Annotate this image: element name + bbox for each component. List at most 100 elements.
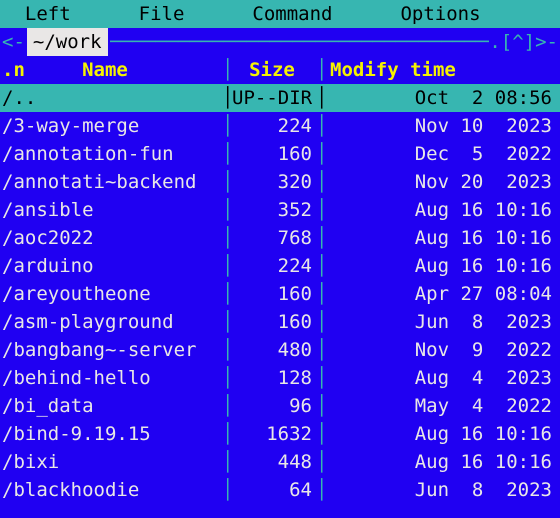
file-size: 224 [232,252,316,280]
list-item[interactable]: /aoc2022│768│Aug 16 10:16 [0,224,560,252]
column-divider: │ [316,196,326,224]
file-size: 448 [232,448,316,476]
list-item[interactable]: /annotation-fun│160│Dec 5 2022 [0,140,560,168]
column-divider: │ [222,140,232,168]
panel-frame-top: <- ~/work ──────────────────────────────… [0,28,560,56]
column-divider: │ [316,140,326,168]
file-name: /bixi [0,448,222,476]
file-name: /bind-9.19.15 [0,420,222,448]
column-divider: │ [222,280,232,308]
menu-file[interactable]: File [137,0,187,28]
file-size: 128 [232,364,316,392]
list-item[interactable]: /bind-9.19.15│1632│Aug 16 10:16 [0,420,560,448]
panel-menu-trigger[interactable]: .[^]>- [489,28,560,56]
file-mtime: Nov 10 2023 [326,112,560,140]
file-mtime: Dec 5 2022 [326,140,560,168]
column-divider: │ [222,252,232,280]
file-name: /behind-hello [0,364,222,392]
column-divider: │ [222,112,232,140]
column-divider: │ [316,364,326,392]
file-mtime: Jun 8 2023 [326,308,560,336]
column-divider: │ [316,112,326,140]
column-divider: │ [316,224,326,252]
file-name: /blackhoodie [0,476,222,504]
column-divider: │ [316,308,326,336]
file-size: 224 [232,112,316,140]
file-mtime: Jun 8 2023 [326,476,560,504]
list-item[interactable]: /ansible│352│Aug 16 10:16 [0,196,560,224]
file-name: /.. [0,84,222,112]
column-divider: │ [222,476,232,504]
column-divider: │ [222,336,232,364]
header-modify-time[interactable]: Modify time [326,56,560,84]
file-mtime: Aug 16 10:16 [326,448,560,476]
file-name: /arduino [0,252,222,280]
menu-options[interactable]: Options [398,0,482,28]
file-list[interactable]: /..│UP--DIR│Oct 2 08:56/3-way-merge│224│… [0,84,560,504]
column-divider: │ [316,476,326,504]
file-mtime: Nov 20 2023 [326,168,560,196]
list-item[interactable]: /bixi│448│Aug 16 10:16 [0,448,560,476]
column-divider: │ [222,392,232,420]
file-size: 64 [232,476,316,504]
file-name: /annotation-fun [0,140,222,168]
file-panel: <- ~/work ──────────────────────────────… [0,28,560,518]
column-divider: │ [316,280,326,308]
column-divider: │ [316,252,326,280]
file-mtime: May 4 2022 [326,392,560,420]
file-mtime: Aug 16 10:16 [326,420,560,448]
menu-left[interactable]: Left [0,0,73,28]
file-name: /aoc2022 [0,224,222,252]
header-name[interactable]: .n Name [0,56,222,84]
list-item[interactable]: /blackhoodie│64│Jun 8 2023 [0,476,560,504]
file-size: 768 [232,224,316,252]
file-name: /bi_data [0,392,222,420]
column-divider: │ [222,308,232,336]
column-divider: │ [222,448,232,476]
column-divider: │ [316,336,326,364]
current-path[interactable]: ~/work [27,28,108,56]
column-divider: │ [316,168,326,196]
menubar: Left File Command Options [0,0,560,28]
list-item[interactable]: /3-way-merge│224│Nov 10 2023 [0,112,560,140]
list-item[interactable]: /bi_data│96│May 4 2022 [0,392,560,420]
list-item[interactable]: /asm-playground│160│Jun 8 2023 [0,308,560,336]
list-item[interactable]: /behind-hello│128│Aug 4 2023 [0,364,560,392]
column-divider: │ [222,56,232,84]
list-item[interactable]: /bangbang~-server│480│Nov 9 2022 [0,336,560,364]
list-item[interactable]: /arduino│224│Aug 16 10:16 [0,252,560,280]
column-divider: │ [316,420,326,448]
column-divider: │ [222,84,232,112]
column-divider: │ [222,168,232,196]
column-divider: │ [316,448,326,476]
file-mtime: Aug 16 10:16 [326,252,560,280]
file-mtime: Aug 16 10:16 [326,224,560,252]
scroll-left-arrow[interactable]: <- [0,28,25,56]
file-name: /asm-playground [0,308,222,336]
column-divider: │ [222,420,232,448]
file-size: 352 [232,196,316,224]
file-name: /3-way-merge [0,112,222,140]
file-name: /annotati~backend [0,168,222,196]
file-size: 320 [232,168,316,196]
list-item[interactable]: /areyoutheone│160│Apr 27 08:04 [0,280,560,308]
file-size: 160 [232,280,316,308]
file-mtime: Nov 9 2022 [326,336,560,364]
header-size[interactable]: Size [232,56,316,84]
list-item[interactable]: /..│UP--DIR│Oct 2 08:56 [0,84,560,112]
file-size: UP--DIR [232,84,316,112]
file-size: 160 [232,308,316,336]
column-divider: │ [316,392,326,420]
column-divider: │ [222,364,232,392]
file-mtime: Oct 2 08:56 [326,84,560,112]
list-item[interactable]: /annotati~backend│320│Nov 20 2023 [0,168,560,196]
column-divider: │ [222,196,232,224]
column-divider: │ [316,84,326,112]
file-mtime: Aug 4 2023 [326,364,560,392]
file-size: 160 [232,140,316,168]
file-size: 96 [232,392,316,420]
column-divider: │ [222,224,232,252]
file-mtime: Apr 27 08:04 [326,280,560,308]
file-size: 1632 [232,420,316,448]
menu-command[interactable]: Command [250,0,334,28]
